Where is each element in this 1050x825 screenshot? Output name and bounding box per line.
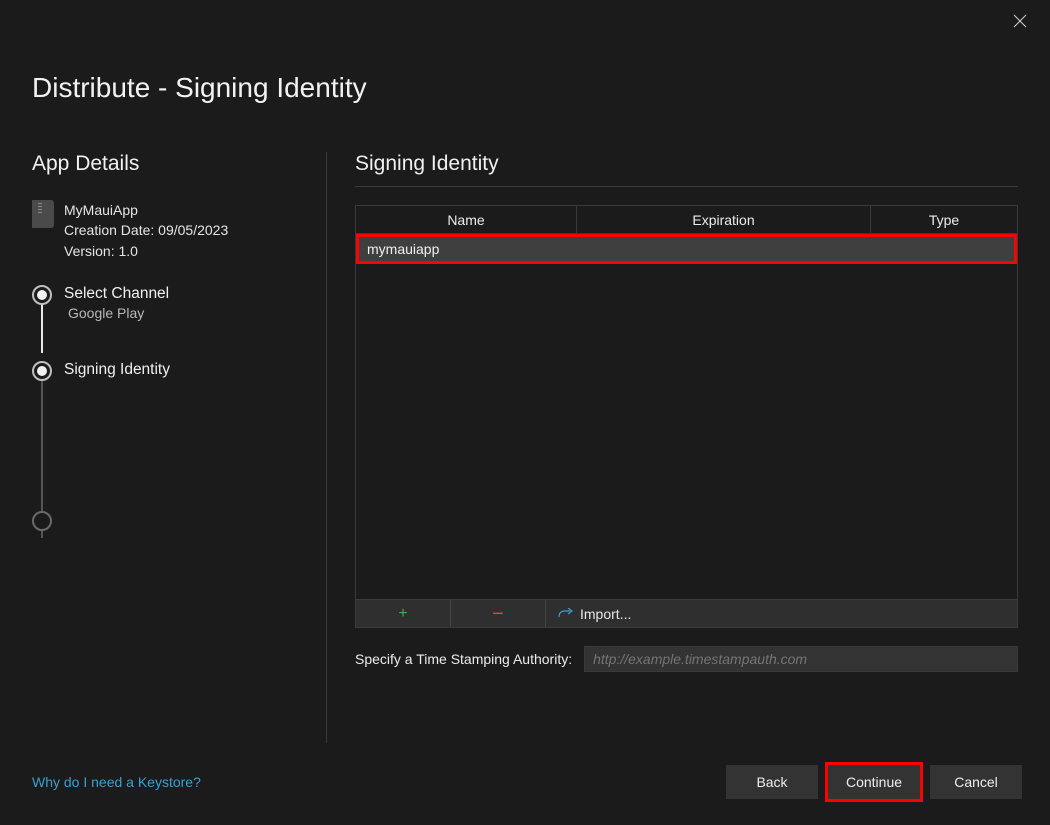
col-header-type[interactable]: Type (871, 206, 1017, 234)
table-body: mymauiapp (356, 234, 1017, 599)
identity-table: Name Expiration Type mymauiapp + − (355, 205, 1018, 628)
step-label: Select Channel (64, 285, 169, 303)
table-toolbar: + − Import... (356, 599, 1017, 627)
import-label: Import... (580, 606, 631, 622)
table-header: Name Expiration Type (356, 206, 1017, 234)
section-title: Signing Identity (355, 152, 1018, 187)
footer-buttons: Back Continue Cancel (726, 765, 1022, 799)
import-arrow-icon (558, 608, 574, 620)
minus-icon: − (492, 604, 504, 624)
step-label: Signing Identity (64, 361, 170, 379)
row-name-cell: mymauiapp (367, 241, 439, 257)
step-dot-icon (32, 285, 52, 305)
app-name: MyMauiApp (64, 200, 228, 220)
page-title: Distribute - Signing Identity (0, 42, 1050, 152)
content-area: App Details MyMauiApp Creation Date: 09/… (0, 152, 1050, 743)
import-button[interactable]: Import... (546, 600, 643, 627)
step-sublabel: Google Play (64, 305, 169, 321)
step-future (32, 511, 302, 531)
cancel-button[interactable]: Cancel (930, 765, 1022, 799)
archive-icon (32, 200, 54, 228)
step-dot-icon (32, 361, 52, 381)
app-creation-date: Creation Date: 09/05/2023 (64, 220, 228, 240)
plus-icon: + (398, 606, 407, 622)
table-row[interactable]: mymauiapp (356, 234, 1017, 264)
step-dot-icon (32, 511, 52, 531)
add-button[interactable]: + (356, 600, 451, 627)
col-header-name[interactable]: Name (356, 206, 577, 234)
app-details: MyMauiApp Creation Date: 09/05/2023 Vers… (32, 200, 302, 261)
remove-button[interactable]: − (451, 600, 546, 627)
wizard-steps: Select Channel Google Play Signing Ident… (32, 285, 302, 531)
step-signing-identity[interactable]: Signing Identity (32, 361, 302, 381)
sidebar-heading: App Details (32, 152, 302, 176)
dialog-window: Distribute - Signing Identity App Detail… (0, 0, 1050, 825)
close-icon (1013, 14, 1027, 28)
close-button[interactable] (1006, 7, 1034, 35)
app-info: MyMauiApp Creation Date: 09/05/2023 Vers… (64, 200, 228, 261)
main-panel: Signing Identity Name Expiration Type my… (327, 152, 1018, 743)
back-button[interactable]: Back (726, 765, 818, 799)
timestamp-label: Specify a Time Stamping Authority: (355, 651, 572, 667)
continue-button[interactable]: Continue (828, 765, 920, 799)
timestamp-row: Specify a Time Stamping Authority: (355, 646, 1018, 672)
col-header-expiration[interactable]: Expiration (577, 206, 871, 234)
timestamp-input[interactable] (584, 646, 1018, 672)
step-select-channel[interactable]: Select Channel Google Play (32, 285, 302, 321)
titlebar (0, 0, 1050, 42)
footer: Why do I need a Keystore? Back Continue … (0, 743, 1050, 825)
app-version: Version: 1.0 (64, 241, 228, 261)
sidebar: App Details MyMauiApp Creation Date: 09/… (32, 152, 327, 743)
keystore-help-link[interactable]: Why do I need a Keystore? (32, 774, 201, 790)
